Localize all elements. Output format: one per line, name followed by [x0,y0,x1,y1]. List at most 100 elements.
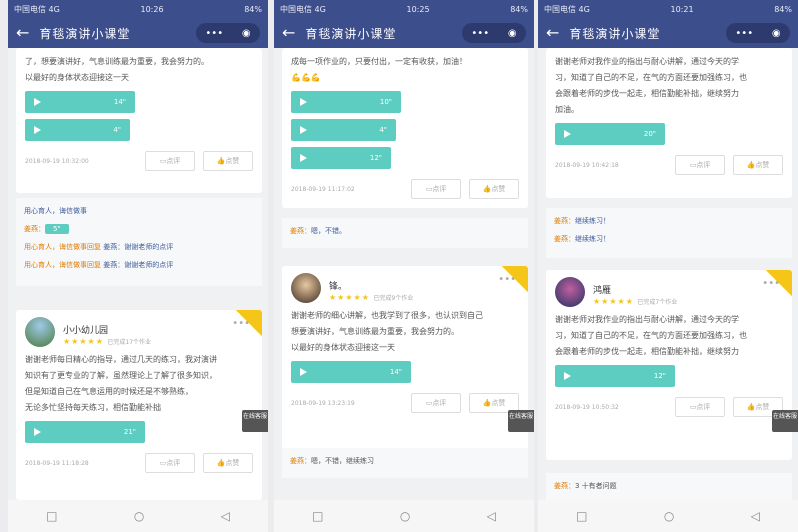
user-header: 小小幼儿园 ★★★★★ 已完成17个作业 [25,317,253,347]
stars: ★★★★★ [593,297,634,306]
homework-card: 成每一项作业的，只要付出，一定有收获，加油！ 💪💪💪 10" 4" 12" 2018-09… [282,48,528,208]
voice-message[interactable]: 21" [25,421,145,443]
more-options-icon[interactable]: ••• [498,274,516,285]
more-options-icon[interactable]: ••• [232,318,250,329]
comment-section: 姜燕：3 十有者问题 [546,473,792,500]
play-icon [300,368,307,376]
close-target-icon[interactable]: ◉ [508,28,517,39]
more-options-icon[interactable]: ••• [762,278,780,289]
recents-icon[interactable]: □ [312,509,323,523]
service-label: 在线客服 [772,413,797,420]
home-icon[interactable]: ○ [664,509,674,523]
voice-message[interactable]: 4" [291,119,396,141]
comment-button[interactable]: ▭ 点评 [145,151,195,171]
post-text: 以最好的身体状态迎接这一天 [291,343,395,352]
post-text: 谢谢老师对我作业的指出与耐心讲解，通过今天的学 [555,57,739,66]
phone-screen-1: 中国电信 4G 10:26 84% ← 育毯演讲小课堂 ••• ◉ 了，想要演讲好，气息训练最… [8,0,268,532]
voice-message[interactable]: 12" [291,147,391,169]
back-arrow-icon[interactable]: ← [546,25,559,41]
close-target-icon[interactable]: ◉ [772,28,781,39]
comment-text: 嗯，不错，继续练习 [311,457,374,465]
comment-button[interactable]: ▭ 点评 [411,179,461,199]
comment-button[interactable]: ▭ 点评 [675,397,725,417]
play-icon [564,372,571,380]
rating-stars: ★★★★★ 已完成9个作业 [329,293,413,302]
back-icon[interactable]: ◁ [751,509,760,523]
online-service-button[interactable]: 在线客服 [508,410,534,432]
screenshot-collage: 中国电信 4G 10:26 84% ← 育毯演讲小课堂 ••• ◉ 了，想要演讲好，气息训练最… [0,0,798,532]
more-menu-icon[interactable]: ••• [735,28,753,39]
thumb-up-icon: 👍 [216,459,226,467]
avatar[interactable] [291,273,321,303]
comment-line: 姜燕：继续练习！ [554,212,784,230]
close-target-icon[interactable]: ◉ [242,28,251,39]
comment-text: 5" [45,224,69,234]
post-text: 想要演讲好，气息训练最为重要，我会努力的。 [291,327,459,336]
comment-icon: ▭ [159,157,167,165]
voice-duration: 4" [113,126,121,134]
more-menu-icon[interactable]: ••• [471,28,489,39]
back-arrow-icon[interactable]: ← [16,25,29,41]
user-header: 鸿雁 ★★★★★ 已完成7个作业 [555,277,783,307]
card-actions: 2018-09-19 10:50:32 ▭ 点评 👍 点赞 [555,397,783,417]
homework-feed: 谢谢老师对我作业的指出与耐心讲解，通过今天的学 习，知道了自己的不足，在气的方面还… [538,48,798,500]
back-arrow-icon[interactable]: ← [282,25,295,41]
card-actions: 2018-09-19 11:18:28 ▭ 点评 👍 点赞 [25,453,253,473]
carrier: 中国电信 4G [280,4,326,14]
home-icon[interactable]: ○ [400,509,410,523]
home-icon[interactable]: ○ [134,509,144,523]
voice-message[interactable]: 4" [25,119,130,141]
comment-icon: ▭ [425,399,433,407]
post-date: 2018-09-19 13:23:19 [291,399,355,407]
like-label: 点赞 [225,459,240,467]
play-icon [564,130,571,138]
voice-message[interactable]: 14" [25,91,135,113]
comment-line: 用心育人，诲信做事回复 姜燕：谢谢老师的点评 [24,238,254,256]
play-icon [300,154,307,162]
voice-message[interactable]: 14" [291,361,411,383]
voice-message[interactable]: 20" [555,123,665,145]
homework-card: ••• 鸿雁 ★★★★★ 已完成7个作业 谢谢老师对我作业的指出与耐心讲解，通过今天的… [546,270,792,460]
recents-icon[interactable]: □ [576,509,587,523]
thumb-up-icon: 👍 [482,185,492,193]
voice-duration: 4" [379,126,387,134]
voice-message[interactable]: 12" [555,365,675,387]
like-button[interactable]: 👍 点赞 [469,179,519,199]
mini-program-capsule: ••• ◉ [196,23,260,43]
comment-icon: ▭ [689,403,697,411]
comment-author: 姜燕： [24,225,45,233]
avatar[interactable] [555,277,585,307]
online-service-button[interactable]: 在线客服 [772,410,798,432]
avatar[interactable] [25,317,55,347]
user-name: 鸿雁 [593,286,612,296]
recents-icon[interactable]: □ [46,509,57,523]
card-actions: 2018-09-19 13:23:19 ▭ 点评 👍 点赞 [291,393,519,413]
homework-feed: 了，想要演讲好，气息训练最为重要，我会努力的。 以最好的身体状态迎接这一天 14" 4… [8,48,268,500]
back-icon[interactable]: ◁ [487,509,496,523]
online-service-button[interactable]: 在线客服 [242,410,268,432]
back-icon[interactable]: ◁ [221,509,230,523]
like-button[interactable]: 👍 点赞 [203,453,253,473]
comment-button[interactable]: ▭ 点评 [411,393,461,413]
comment-text: 用心育人，诲信做事 [24,207,87,215]
user-info: 鸿雁 ★★★★★ 已完成7个作业 [593,278,677,306]
play-icon [300,126,307,134]
navigation-bar: ← 育毯演讲小课堂 ••• ◉ [538,18,798,48]
like-button[interactable]: 👍 点赞 [203,151,253,171]
play-icon [34,98,41,106]
comment-button[interactable]: ▭ 点评 [675,155,725,175]
post-date: 2018-09-19 10:50:32 [555,403,619,411]
comment-line: 姜燕：嗯，不错，继续练习 [290,452,520,470]
comment-author: 姜燕： [290,227,311,235]
user-header: 锋。 ★★★★★ 已完成9个作业 [291,273,519,303]
comment-button[interactable]: ▭ 点评 [145,453,195,473]
post-date: 2018-09-19 10:32:00 [25,157,89,165]
comment-author: 姜燕： [290,457,311,465]
post-date: 2018-09-19 11:17:02 [291,185,355,193]
like-button[interactable]: 👍 点赞 [733,155,783,175]
clock: 10:21 [670,4,694,14]
thumb-up-icon: 👍 [482,399,492,407]
more-menu-icon[interactable]: ••• [205,28,223,39]
homework-card: ••• 小小幼儿园 ★★★★★ 已完成17个作业 谢谢老师每日精心的指导，通过几天的练… [16,310,262,500]
voice-message[interactable]: 10" [291,91,401,113]
